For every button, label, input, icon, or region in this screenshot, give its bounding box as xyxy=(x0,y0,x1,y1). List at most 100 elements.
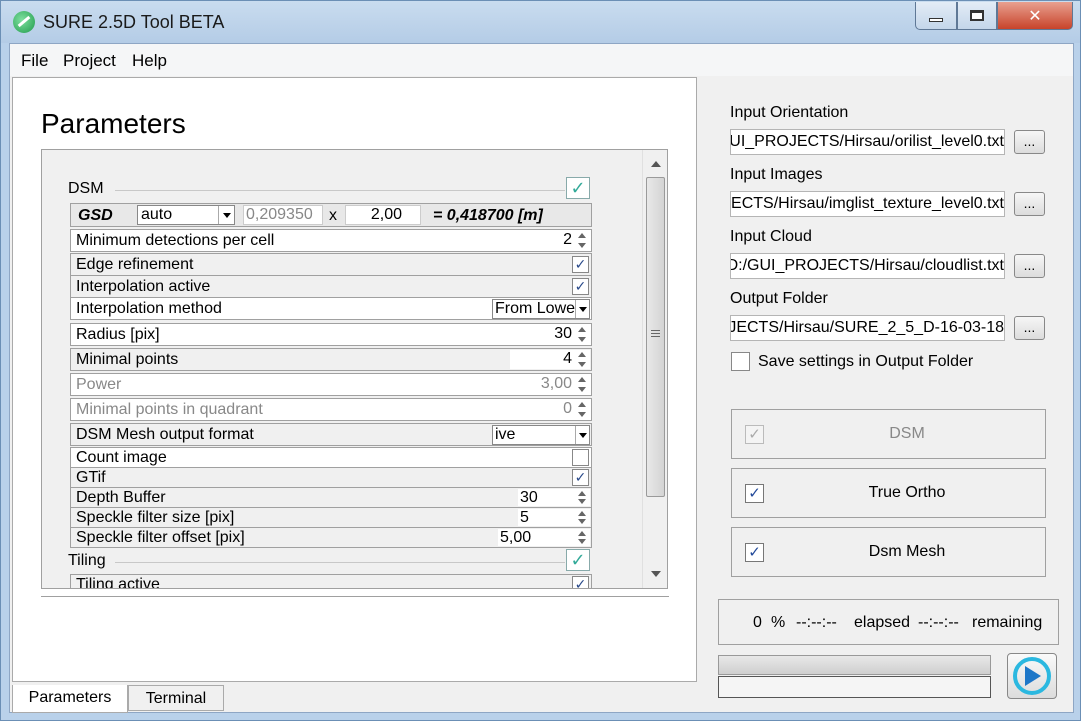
param-row-interpolation-active: Interpolation active ✓ xyxy=(70,275,592,298)
close-button[interactable]: ✕ xyxy=(997,2,1073,30)
parameters-scroll-area[interactable]: DSM ✓ GSD auto 0,209350 x 2,00 = 0,41870… xyxy=(41,149,668,589)
spin-arrows-icon[interactable] xyxy=(574,325,590,344)
param-label: DSM Mesh output format xyxy=(76,426,254,443)
job-dsm-mesh-checkbox[interactable]: ✓ xyxy=(745,543,764,562)
dsm-group-label: DSM xyxy=(68,180,104,197)
tab-terminal[interactable]: Terminal xyxy=(128,685,224,711)
spin-arrows-icon[interactable] xyxy=(574,489,590,506)
input-cloud-field[interactable]: D:/GUI_PROJECTS/Hirsau/cloudlist.txt xyxy=(730,253,1005,279)
param-label: Power xyxy=(76,376,122,393)
job-dsm-checkbox: ✓ xyxy=(745,425,764,444)
param-row-speckle-size: Speckle filter size [pix] 5 xyxy=(70,507,592,528)
job-dsm-mesh[interactable]: ✓ Dsm Mesh xyxy=(731,527,1046,577)
panel-divider xyxy=(41,596,669,597)
minimize-icon xyxy=(929,17,943,22)
param-row-interpolation-method: Interpolation method From Lowe xyxy=(70,297,592,320)
spin-arrows-icon[interactable] xyxy=(574,350,590,369)
gsd-multiply-sign: x xyxy=(329,207,337,224)
select-value: ive xyxy=(495,426,516,443)
dsm-mesh-format-select[interactable]: ive xyxy=(492,425,590,445)
save-settings-label: Save settings in Output Folder xyxy=(758,353,974,370)
spinbox-value: 5 xyxy=(520,509,529,526)
speckle-offset-spinbox[interactable]: 5,00 xyxy=(498,529,590,546)
maximize-button[interactable] xyxy=(957,2,997,30)
save-settings-checkbox[interactable] xyxy=(731,352,750,371)
remaining-label: remaining xyxy=(972,614,1043,631)
param-row-radius: Radius [pix] 30 xyxy=(70,323,592,346)
minimal-points-spinbox[interactable]: 4 xyxy=(510,350,590,369)
param-label: Edge refinement xyxy=(76,256,194,273)
menu-file[interactable]: File xyxy=(21,51,48,71)
tiling-active-checkbox[interactable]: ✓ xyxy=(572,576,589,588)
gsd-result: = 0,418700 [m] xyxy=(433,207,543,224)
radius-spinbox[interactable]: 30 xyxy=(510,325,590,344)
input-orientation-field[interactable]: GUI_PROJECTS/Hirsau/orilist_level0.txt xyxy=(730,129,1005,155)
scroll-up-arrow-icon[interactable] xyxy=(651,161,661,167)
spin-arrows-icon[interactable] xyxy=(574,509,590,526)
param-label: Minimum detections per cell xyxy=(76,232,275,249)
output-folder-label: Output Folder xyxy=(730,290,828,307)
menu-project[interactable]: Project xyxy=(63,51,116,71)
param-label: Interpolation method xyxy=(76,300,222,317)
scroll-thumb[interactable] xyxy=(646,177,665,497)
app-window: SURE 2.5D Tool BETA ✕ File Project Help … xyxy=(0,0,1081,721)
title-bar[interactable]: SURE 2.5D Tool BETA ✕ xyxy=(1,1,1080,43)
param-row-speckle-offset: Speckle filter offset [pix] 5,00 xyxy=(70,527,592,548)
interpolation-active-checkbox[interactable]: ✓ xyxy=(572,278,589,295)
param-row-gtif: GTif ✓ xyxy=(70,467,592,488)
gsd-row: GSD auto 0,209350 x 2,00 = 0,418700 [m] xyxy=(70,203,592,227)
group-divider xyxy=(115,190,565,191)
spin-arrows-icon[interactable] xyxy=(574,529,590,546)
min-detections-spinbox[interactable]: 2 xyxy=(510,231,590,250)
vertical-scrollbar[interactable] xyxy=(642,150,667,588)
input-cloud-label: Input Cloud xyxy=(730,228,812,245)
gsd-mode-select[interactable]: auto xyxy=(137,205,235,225)
menu-help[interactable]: Help xyxy=(132,51,167,71)
param-label: Minimal points xyxy=(76,351,179,368)
percent-sign: % xyxy=(771,614,786,631)
speckle-size-spinbox[interactable]: 5 xyxy=(518,509,590,526)
browse-cloud-button[interactable]: ... xyxy=(1014,254,1045,278)
job-dsm: ✓ DSM xyxy=(731,409,1046,459)
minimize-button[interactable] xyxy=(915,2,957,30)
spinbox-value: 0 xyxy=(563,400,572,417)
param-row-tiling-active: Tiling active ✓ xyxy=(70,574,592,588)
browse-orientation-button[interactable]: ... xyxy=(1014,130,1045,154)
tab-parameters[interactable]: Parameters xyxy=(12,685,128,713)
spin-arrows-icon xyxy=(574,400,590,419)
interpolation-method-select[interactable]: From Lowe xyxy=(492,299,590,319)
minimal-points-quadrant-spinbox: 0 xyxy=(510,400,590,419)
job-dsm-mesh-label: Dsm Mesh xyxy=(868,543,946,560)
job-true-ortho-checkbox[interactable]: ✓ xyxy=(745,484,764,503)
edge-refinement-checkbox[interactable]: ✓ xyxy=(572,256,589,273)
browse-output-button[interactable]: ... xyxy=(1014,316,1045,340)
param-row-power: Power 3,00 xyxy=(70,373,592,396)
spin-arrows-icon[interactable] xyxy=(574,231,590,250)
input-images-field[interactable]: ECTS/Hirsau/imglist_texture_level0.txt xyxy=(730,191,1005,217)
dropdown-arrow-icon xyxy=(218,206,234,224)
param-label: Interpolation active xyxy=(76,278,211,295)
job-true-ortho[interactable]: ✓ True Ortho xyxy=(731,468,1046,518)
run-button[interactable] xyxy=(1007,653,1057,699)
field-value: GUI_PROJECTS/Hirsau/orilist_level0.txt xyxy=(730,133,1004,150)
tiling-group-checkbox[interactable]: ✓ xyxy=(566,549,590,571)
elapsed-time: --:--:-- xyxy=(796,614,837,631)
gtif-checkbox[interactable]: ✓ xyxy=(572,469,589,486)
field-value: D:/GUI_PROJECTS/Hirsau/cloudlist.txt xyxy=(730,257,1004,274)
depth-buffer-spinbox[interactable]: 30 xyxy=(518,489,590,506)
gsd-value-spinbox[interactable]: 0,209350 xyxy=(243,205,323,225)
browse-images-button[interactable]: ... xyxy=(1014,192,1045,216)
param-row-edge-refinement: Edge refinement ✓ xyxy=(70,253,592,276)
output-folder-field[interactable]: JECTS/Hirsau/SURE_2_5_D-16-03-18 xyxy=(730,315,1005,341)
power-spinbox: 3,00 xyxy=(510,375,590,394)
field-value: ECTS/Hirsau/imglist_texture_level0.txt xyxy=(731,195,1004,212)
dsm-group-checkbox[interactable]: ✓ xyxy=(566,177,590,199)
scroll-down-arrow-icon[interactable] xyxy=(651,571,661,577)
param-row-minimal-points-quadrant: Minimal points in quadrant 0 xyxy=(70,398,592,421)
spinbox-value: 4 xyxy=(563,350,572,367)
gsd-factor-spinbox[interactable]: 2,00 xyxy=(345,205,421,225)
progress-bar xyxy=(718,655,991,675)
param-label: Count image xyxy=(76,449,167,466)
count-image-checkbox[interactable] xyxy=(572,449,589,466)
spinbox-value: 30 xyxy=(520,489,538,506)
